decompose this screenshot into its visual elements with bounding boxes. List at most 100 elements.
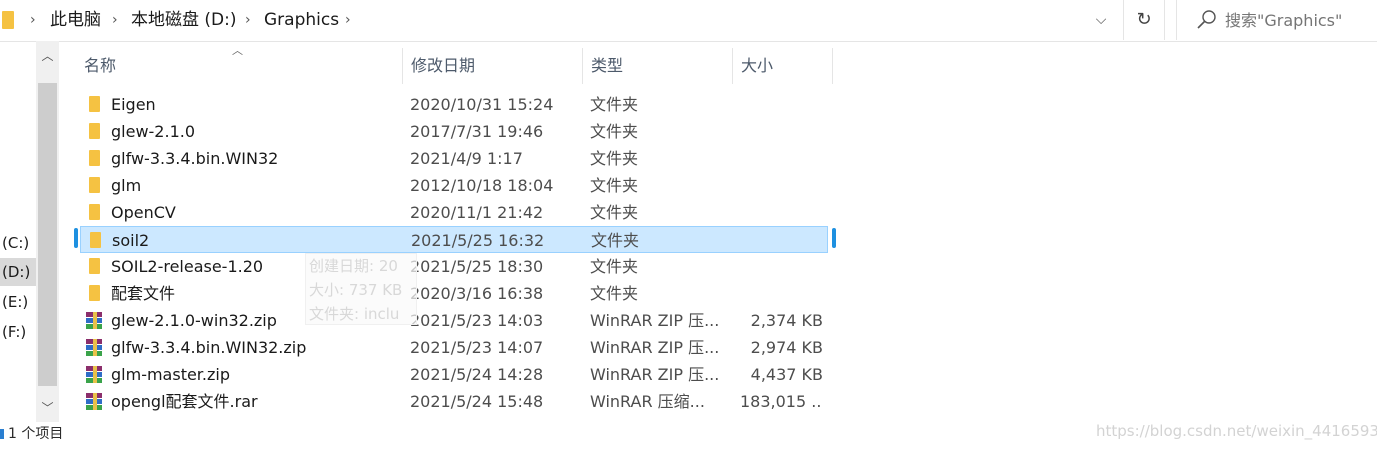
file-type: 文件夹 — [590, 203, 639, 222]
file-size: 2,374 KB — [750, 311, 823, 330]
file-date: 2020/3/16 16:38 — [410, 284, 544, 303]
scroll-thumb[interactable] — [38, 83, 57, 386]
file-row[interactable]: glew-2.1.0-win32.zip 2021/5/23 14:03 WinRA… — [80, 307, 828, 334]
file-name: opengl配套文件.rar — [111, 392, 258, 411]
file-type: WinRAR ZIP 压... — [590, 365, 720, 384]
nav-drive-c[interactable]: (C:) — [0, 229, 36, 257]
search-box[interactable] — [1176, 0, 1377, 40]
nav-drive-f[interactable]: (F:) — [0, 318, 36, 346]
breadcrumb-graphics[interactable]: Graphics — [264, 9, 339, 31]
file-date: 2021/4/9 1:17 — [410, 149, 523, 168]
file-date: 2021/5/23 14:03 — [410, 311, 544, 330]
file-name: glfw-3.3.4.bin.WIN32 — [111, 149, 279, 168]
status-item-count: 1 个项目 — [8, 426, 64, 442]
winrar-icon — [86, 339, 102, 356]
folder-icon — [86, 285, 102, 302]
file-date: 2021/5/24 14:28 — [410, 365, 544, 384]
refresh-button[interactable]: ↻ — [1123, 0, 1165, 40]
file-type: 文件夹 — [591, 231, 640, 250]
file-date: 2021/5/24 15:48 — [410, 392, 544, 411]
chevron-right-icon[interactable]: › — [30, 10, 36, 30]
status-indicator — [0, 429, 4, 439]
tooltip-line: 文件夹: inclu — [309, 305, 400, 323]
file-date: 2021/5/23 14:07 — [410, 338, 544, 357]
tooltip-line: 创建日期: 20 — [309, 257, 398, 275]
address-bar[interactable]: › 此电脑 › 本地磁盘 (D:) › Graphics › ⌵ — [0, 0, 1118, 40]
search-icon — [1197, 10, 1216, 29]
file-type: 文件夹 — [590, 176, 639, 195]
folder-icon — [86, 123, 102, 140]
file-date: 2021/5/25 18:30 — [410, 257, 544, 276]
chevron-right-icon[interactable]: › — [112, 10, 118, 30]
scroll-up-icon[interactable]: ︿ — [36, 45, 59, 67]
navigation-pane: (C:) (D:) (E:) (F:) — [0, 41, 36, 421]
file-size: 2,974 KB — [750, 338, 823, 357]
winrar-icon — [86, 366, 102, 383]
folder-icon — [86, 96, 102, 113]
file-type: WinRAR ZIP 压... — [590, 338, 720, 357]
winrar-icon — [86, 312, 102, 329]
file-date: 2021/5/25 16:32 — [411, 231, 545, 250]
file-row[interactable]: glfw-3.3.4.bin.WIN32 2021/4/9 1:17 文件夹 — [80, 145, 828, 172]
scroll-down-icon[interactable]: ﹀ — [36, 397, 59, 419]
tooltip-line: 大小: 737 KB — [309, 281, 403, 299]
file-name: OpenCV — [111, 203, 176, 222]
chevron-right-icon[interactable]: › — [345, 10, 351, 30]
file-row[interactable]: opengl配套文件.rar 2021/5/24 15:48 WinRAR 压缩..… — [80, 388, 828, 415]
file-date: 2020/10/31 15:24 — [410, 95, 554, 114]
column-header-type[interactable]: 类型 — [583, 48, 733, 84]
file-size: 4,437 KB — [750, 365, 823, 384]
nav-drive-d[interactable]: (D:) — [0, 258, 36, 286]
column-header-name[interactable]: 名称 — [76, 48, 403, 84]
file-type: 文件夹 — [590, 149, 639, 168]
watermark: https://blog.csdn.net/weixin_44165937 — [1096, 422, 1377, 440]
file-row[interactable]: glew-2.1.0 2017/7/31 19:46 文件夹 — [80, 118, 828, 145]
file-row[interactable]: soil2 2021/5/25 16:32 文件夹 — [80, 226, 828, 253]
folder-icon — [2, 11, 14, 29]
file-row[interactable]: OpenCV 2020/11/1 21:42 文件夹 — [80, 199, 828, 226]
nav-drive-e[interactable]: (E:) — [0, 288, 36, 316]
file-date: 2020/11/1 21:42 — [410, 203, 544, 222]
file-type: WinRAR ZIP 压... — [590, 311, 720, 330]
status-bar: 1 个项目 — [0, 424, 63, 444]
search-input[interactable] — [1225, 0, 1375, 40]
file-row[interactable]: 配套文件 2020/3/16 16:38 文件夹 — [80, 280, 828, 307]
file-name: glm-master.zip — [111, 365, 230, 384]
file-name: glfw-3.3.4.bin.WIN32.zip — [111, 338, 307, 357]
file-type: 文件夹 — [590, 122, 639, 141]
tooltip-ghost: 创建日期: 20 大小: 737 KB 文件夹: inclu — [305, 253, 417, 325]
address-bar-row: › 此电脑 › 本地磁盘 (D:) › Graphics › ⌵ ↻ — [0, 0, 1377, 42]
file-row[interactable]: SOIL2-release-1.20 2021/5/25 18:30 文件夹 — [80, 253, 828, 280]
column-header-size[interactable]: 大小 — [733, 48, 833, 84]
file-size: 183,015 ... — [740, 392, 823, 411]
file-type: WinRAR 压缩... — [590, 392, 705, 411]
breadcrumb-drive-d[interactable]: 本地磁盘 (D:) — [131, 9, 237, 31]
file-type: 文件夹 — [590, 284, 639, 303]
nav-scrollbar[interactable]: ︿ ﹀ — [36, 41, 59, 422]
chevron-right-icon[interactable]: › — [245, 10, 251, 30]
column-headers: 名称 修改日期 类型 大小 — [76, 48, 836, 84]
file-date: 2012/10/18 18:04 — [410, 176, 554, 195]
file-row[interactable]: glm 2012/10/18 18:04 文件夹 — [80, 172, 828, 199]
folder-icon — [86, 177, 102, 194]
file-name: soil2 — [112, 231, 150, 250]
file-type: 文件夹 — [590, 257, 639, 276]
file-row[interactable]: glm-master.zip 2021/5/24 14:28 WinRAR ZIP … — [80, 361, 828, 388]
selection-marker — [832, 228, 836, 248]
winrar-icon — [86, 393, 102, 410]
file-name: glew-2.1.0 — [111, 122, 196, 141]
chevron-down-icon[interactable]: ⌵ — [1088, 9, 1114, 31]
file-row[interactable]: glfw-3.3.4.bin.WIN32.zip 2021/5/23 14:07 W… — [80, 334, 828, 361]
file-name: glm — [111, 176, 142, 195]
file-date: 2017/7/31 19:46 — [410, 122, 544, 141]
file-name: Eigen — [111, 95, 156, 114]
folder-icon — [86, 150, 102, 167]
column-header-date[interactable]: 修改日期 — [403, 48, 583, 84]
file-type: 文件夹 — [590, 95, 639, 114]
selection-marker — [74, 228, 78, 248]
breadcrumb-this-pc[interactable]: 此电脑 — [50, 9, 101, 31]
folder-icon — [86, 258, 102, 275]
file-row[interactable]: Eigen 2020/10/31 15:24 文件夹 — [80, 91, 828, 118]
folder-icon — [86, 204, 102, 221]
folder-icon — [87, 232, 103, 249]
